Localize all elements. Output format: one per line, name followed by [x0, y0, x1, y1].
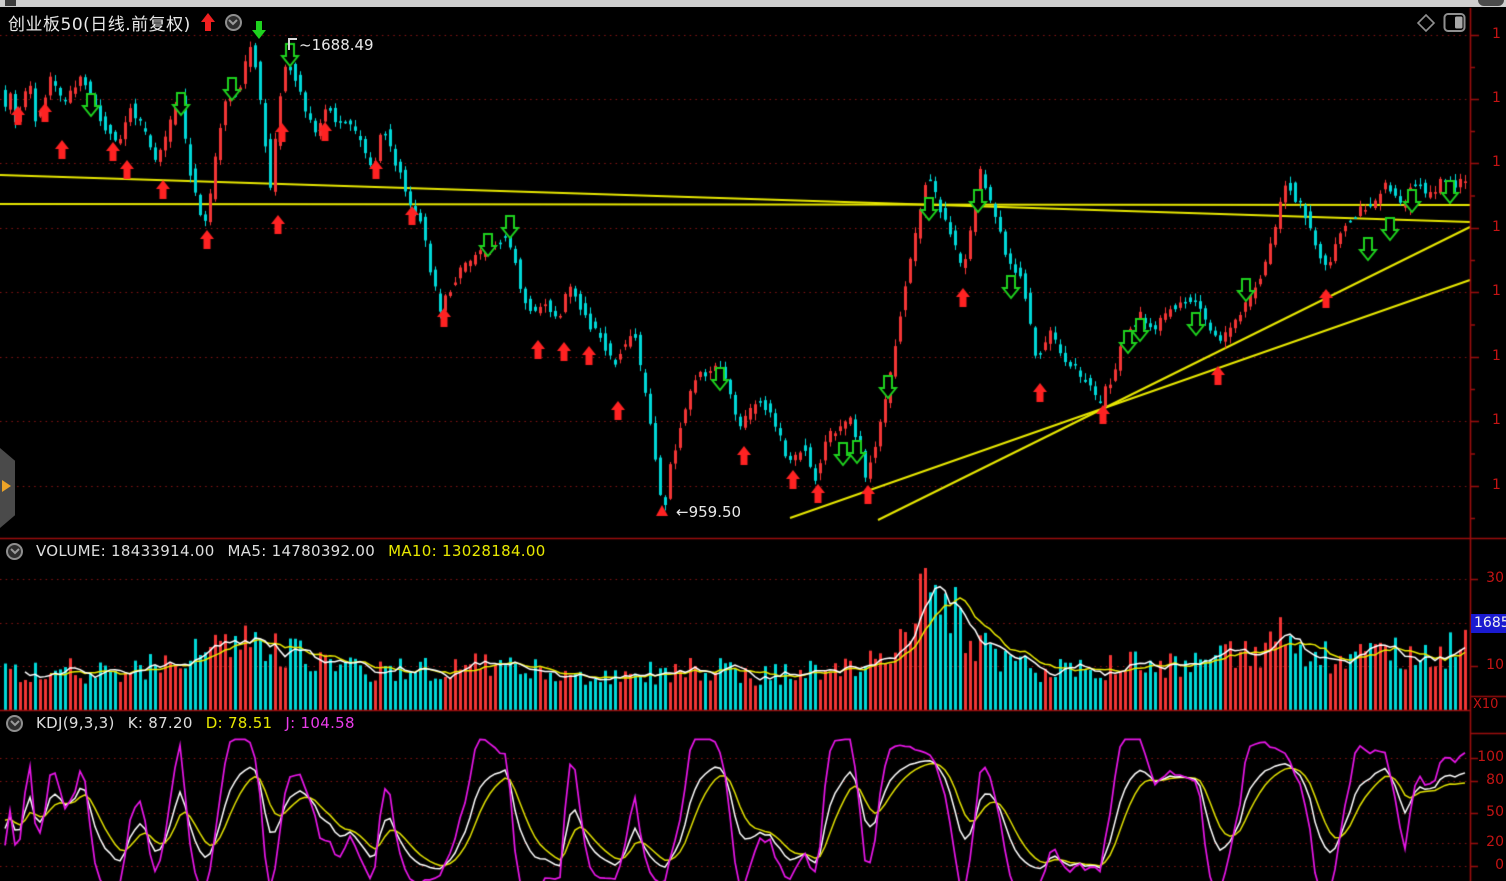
collapse-volume-button[interactable] [6, 543, 23, 560]
kdj-indicator-label: KDJ(9,3,3) [36, 714, 115, 732]
main-chart-header: 创业板50(日线.前复权) [8, 9, 267, 35]
chart-plot-canvas[interactable] [0, 0, 1506, 881]
axis-label: 1 [1492, 26, 1501, 42]
axis-label: 80 [1474, 772, 1504, 788]
axis-label: 50 [1474, 804, 1504, 820]
axis-label: 30 [1474, 570, 1504, 586]
collapse-kdj-button[interactable] [6, 715, 23, 732]
axis-label: 10 [1474, 657, 1504, 673]
axis-label: 100 [1474, 749, 1504, 765]
kdj-k-value: K: 87.20 [128, 714, 193, 732]
axis-label: 1 [1492, 90, 1501, 106]
trading-app-window: 创业板50(日线.前复权) ~1688.49 ←959.50 VOLUME: 1… [0, 0, 1506, 881]
volume-ma10-value: MA10: 13028184.00 [388, 542, 545, 560]
kdj-j-value: J: 104.58 [285, 714, 354, 732]
symbol-title: 创业板50(日线.前复权) [8, 10, 191, 35]
axis-label: 1 [1492, 348, 1501, 364]
buy-signal-arrow-icon [200, 12, 216, 32]
low-price-annotation: ←959.50 [676, 503, 741, 521]
axis-label: 1 [1492, 283, 1501, 299]
axis-label: 1 [1492, 412, 1501, 428]
axis-label: 20 [1474, 834, 1504, 850]
volume-pane-header: VOLUME: 18433914.00 MA5: 14780392.00 MA1… [6, 540, 546, 562]
axis-label: 1 [1492, 477, 1501, 493]
left-panel-expand-arrow-icon[interactable] [2, 480, 11, 492]
diamond-marker-icon[interactable] [1416, 13, 1436, 33]
volume-scale-multiplier: X10 [1473, 697, 1505, 712]
peak-price-annotation: ~1688.49 [288, 36, 374, 54]
last-price-badge: 1685 [1471, 614, 1506, 633]
axis-label: 1 [1492, 154, 1501, 170]
annotation-pointer [288, 38, 297, 50]
kdj-pane-header: KDJ(9,3,3) K: 87.20 D: 78.51 J: 104.58 [6, 712, 355, 734]
volume-value: VOLUME: 18433914.00 [36, 542, 215, 560]
axis-label: 0 [1474, 857, 1504, 873]
volume-ma5-value: MA5: 14780392.00 [228, 542, 376, 560]
sell-signal-arrow-icon [251, 18, 267, 40]
kdj-d-value: D: 78.51 [206, 714, 273, 732]
panel-layout-icon[interactable] [1443, 12, 1466, 33]
collapse-indicator-button[interactable] [225, 14, 242, 31]
axis-label: 1 [1492, 219, 1501, 235]
